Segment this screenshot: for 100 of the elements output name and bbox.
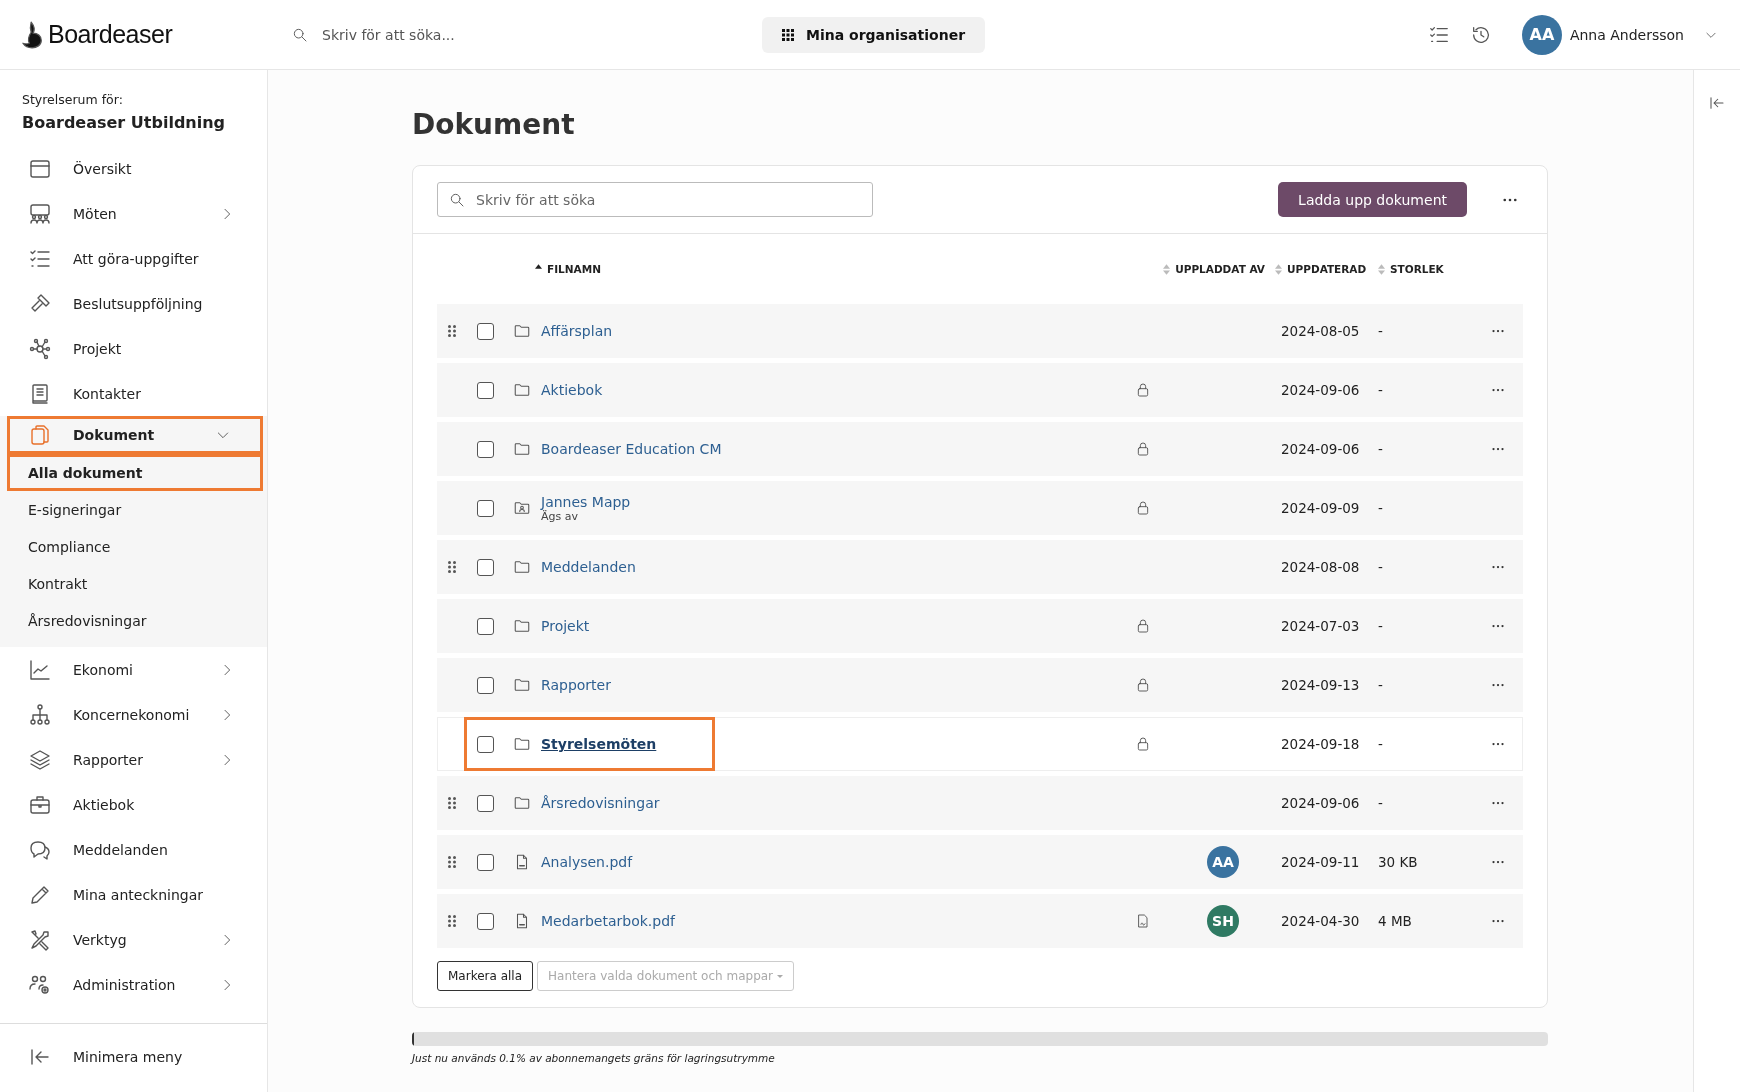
row-checkbox[interactable] bbox=[476, 381, 494, 399]
table-cell-text: - bbox=[1378, 677, 1384, 693]
table-cell-text: 2024-08-05 bbox=[1280, 323, 1361, 339]
nav-label: Administration bbox=[73, 976, 177, 993]
file-link[interactable]: Rapporter bbox=[541, 677, 611, 693]
nav-label: Mina anteckningar bbox=[73, 886, 205, 903]
table-cell-text: 2024-08-08 bbox=[1280, 559, 1361, 575]
submenu-item[interactable]: Årsredovisningar bbox=[7, 602, 263, 639]
drag-handle-icon[interactable] bbox=[448, 856, 456, 868]
collapse-icon[interactable] bbox=[1708, 94, 1726, 112]
network-icon bbox=[28, 336, 52, 361]
column-header[interactable]: FILNAMN bbox=[503, 263, 1113, 275]
select-all-button[interactable]: Markera alla bbox=[437, 961, 534, 991]
file-link[interactable]: Aktiebok bbox=[541, 382, 603, 398]
table-row[interactable]: Aktiebok 2024-09-06 - bbox=[437, 363, 1523, 417]
nav-item[interactable]: Aktiebok bbox=[0, 782, 267, 827]
organizations-button[interactable]: Mina organisationer bbox=[762, 16, 986, 53]
drag-handle-icon[interactable] bbox=[448, 915, 456, 927]
file-link[interactable]: Boardeaser Education CM bbox=[541, 441, 722, 457]
nav-item[interactable]: Administration bbox=[0, 962, 267, 1007]
file-link[interactable]: Affärsplan bbox=[541, 323, 613, 339]
drag-handle-icon[interactable] bbox=[448, 797, 456, 809]
row-checkbox[interactable] bbox=[476, 735, 494, 753]
table-row[interactable]: Årsredovisningar 2024-09-06 - bbox=[437, 776, 1523, 830]
nav-item[interactable]: Översikt bbox=[0, 146, 267, 191]
nav-item[interactable]: Beslutsuppföljning bbox=[0, 281, 267, 326]
room-caption: Styrelserum för: bbox=[22, 92, 124, 107]
user-avatar[interactable]: AA bbox=[1521, 14, 1562, 55]
drag-handle-icon[interactable] bbox=[448, 325, 456, 337]
table-row[interactable]: Affärsplan 2024-08-05 - bbox=[437, 304, 1523, 358]
nav-item[interactable]: Verktyg bbox=[0, 917, 267, 962]
user-name[interactable]: Anna Andersson bbox=[1569, 26, 1684, 43]
upload-button[interactable]: Ladda upp dokument bbox=[1278, 182, 1467, 217]
nav-item[interactable]: Rapporter bbox=[0, 737, 267, 782]
table-row[interactable]: Styrelsemöten 2024-09-18 - bbox=[437, 717, 1523, 771]
file-link[interactable]: Styrelsemöten bbox=[541, 736, 657, 752]
table-row[interactable]: Analysen.pdf AA 2024-09-11 30 KB bbox=[437, 835, 1523, 889]
nav-item[interactable]: Dokument bbox=[7, 416, 263, 454]
nav-label: Att göra-uppgifter bbox=[73, 250, 200, 267]
row-checkbox[interactable] bbox=[476, 499, 494, 517]
table-row[interactable]: Rapporter 2024-09-13 - bbox=[437, 658, 1523, 712]
nav-item[interactable]: Mina anteckningar bbox=[0, 872, 267, 917]
nav-label: Minimera meny bbox=[73, 1048, 184, 1065]
documents-icon bbox=[28, 423, 52, 447]
table-row[interactable]: Medarbetarbok.pdf SH 2024-04-30 4 MB bbox=[437, 894, 1523, 948]
caret-icon bbox=[777, 974, 784, 978]
brand-name[interactable]: Boardeaser bbox=[48, 20, 173, 49]
nav-label: Översikt bbox=[73, 160, 133, 177]
submenu-item[interactable]: E-signeringar bbox=[7, 491, 263, 528]
row-checkbox[interactable] bbox=[476, 676, 494, 694]
file-link[interactable]: Jannes Mapp bbox=[541, 493, 631, 510]
table-row[interactable]: Boardeaser Education CM 2024-09-06 - bbox=[437, 422, 1523, 476]
table-row[interactable]: Projekt 2024-07-03 - bbox=[437, 599, 1523, 653]
table-cell-text: - bbox=[1378, 323, 1384, 339]
file-link[interactable]: Analysen.pdf bbox=[541, 854, 633, 870]
table-row[interactable]: Meddelanden 2024-08-08 - bbox=[437, 540, 1523, 594]
search-field[interactable]: Skriv för att söka bbox=[437, 182, 873, 217]
layers-icon bbox=[28, 747, 52, 772]
row-checkbox[interactable] bbox=[476, 617, 494, 635]
column-header[interactable]: STORLEK bbox=[1378, 263, 1473, 275]
row-checkbox[interactable] bbox=[476, 912, 494, 930]
table-cell-text: 2024-04-30 bbox=[1280, 913, 1361, 929]
file-link[interactable]: Projekt bbox=[541, 618, 590, 634]
submenu-item[interactable]: Alla dokument bbox=[7, 454, 263, 491]
table-cell-text: - bbox=[1378, 736, 1384, 752]
nav-item[interactable]: Möten bbox=[0, 191, 267, 236]
drag-handle-icon[interactable] bbox=[448, 561, 456, 573]
row-checkbox[interactable] bbox=[476, 794, 494, 812]
submenu-item[interactable]: Compliance bbox=[7, 528, 263, 565]
search-icon bbox=[292, 26, 308, 43]
row-checkbox[interactable] bbox=[476, 322, 494, 340]
nav-item[interactable]: Meddelanden bbox=[0, 827, 267, 872]
organization-name: Boardeaser Utbildning bbox=[22, 113, 227, 132]
row-checkbox[interactable] bbox=[476, 853, 494, 871]
column-header[interactable]: UPPDATERAD bbox=[1273, 263, 1378, 275]
file-link[interactable]: Årsredovisningar bbox=[541, 795, 660, 811]
page-title: Dokument bbox=[412, 108, 576, 141]
nav-item[interactable]: Projekt bbox=[0, 326, 267, 371]
column-header[interactable]: UPPLADDAT AV bbox=[1163, 263, 1273, 275]
table-cell-text: 2024-09-18 bbox=[1280, 736, 1361, 752]
grid-icon bbox=[782, 28, 794, 41]
file-link[interactable]: Medarbetarbok.pdf bbox=[541, 913, 675, 929]
row-checkbox[interactable] bbox=[476, 440, 494, 458]
submenu-item[interactable]: Kontrakt bbox=[7, 565, 263, 602]
meeting-icon bbox=[28, 201, 52, 226]
storage-caption: Just nu används 0.1% av abonnemangets gräns för lagringsutrymme bbox=[412, 1052, 776, 1064]
collapse-menu-button[interactable]: Minimera meny bbox=[0, 1034, 267, 1079]
search-icon bbox=[449, 192, 465, 208]
table-row[interactable]: Jannes Mapp Ägs av 2024-09-09 - bbox=[437, 481, 1523, 535]
table-cell-text: 2024-07-03 bbox=[1280, 618, 1361, 634]
hierarchy-icon bbox=[28, 702, 52, 727]
nav-label: Koncernekonomi bbox=[73, 706, 191, 723]
row-checkbox[interactable] bbox=[476, 558, 494, 576]
file-link[interactable]: Meddelanden bbox=[541, 559, 636, 575]
nav-label: Möten bbox=[73, 205, 118, 222]
nav-item[interactable]: Att göra-uppgifter bbox=[0, 236, 267, 281]
nav-item[interactable]: Koncernekonomi bbox=[0, 692, 267, 737]
nav-item[interactable]: Kontakter bbox=[0, 371, 267, 416]
table-cell-text: 30 KB bbox=[1378, 854, 1419, 870]
nav-item[interactable]: Ekonomi bbox=[0, 647, 267, 692]
